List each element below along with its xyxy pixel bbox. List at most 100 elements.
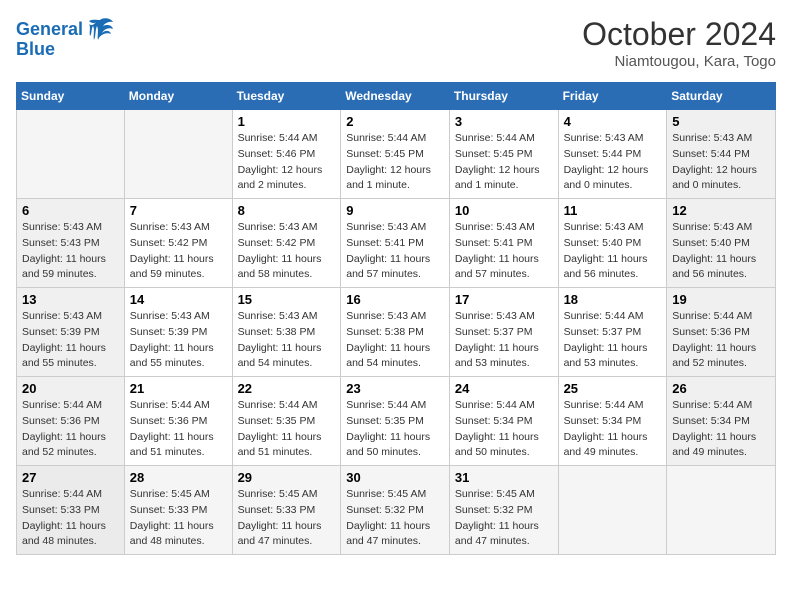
- calendar-cell: 5 Sunrise: 5:43 AM Sunset: 5:44 PM Daylig…: [667, 110, 776, 199]
- calendar-cell: [124, 110, 232, 199]
- logo-text: General: [16, 20, 83, 40]
- calendar-cell: [17, 110, 125, 199]
- calendar-cell: [558, 466, 667, 555]
- day-info: Sunrise: 5:44 AM Sunset: 5:34 PM Dayligh…: [564, 398, 662, 461]
- day-number: 23: [346, 381, 444, 396]
- calendar-cell: 19 Sunrise: 5:44 AM Sunset: 5:36 PM Dayli…: [667, 288, 776, 377]
- day-number: 2: [346, 114, 444, 129]
- calendar-cell: 3 Sunrise: 5:44 AM Sunset: 5:45 PM Daylig…: [449, 110, 558, 199]
- day-info: Sunrise: 5:43 AM Sunset: 5:44 PM Dayligh…: [564, 131, 662, 194]
- logo: General Blue: [16, 16, 115, 60]
- calendar-cell: 27Sunrise: 5:44 AM Sunset: 5:33 PM Dayli…: [17, 466, 125, 555]
- day-number: 7: [130, 203, 227, 218]
- week-row-5: 27Sunrise: 5:44 AM Sunset: 5:33 PM Dayli…: [17, 466, 776, 555]
- day-number: 17: [455, 292, 553, 307]
- calendar-cell: 23 Sunrise: 5:44 AM Sunset: 5:35 PM Dayli…: [341, 377, 450, 466]
- calendar-cell: 18 Sunrise: 5:44 AM Sunset: 5:37 PM Dayli…: [558, 288, 667, 377]
- header-row: SundayMondayTuesdayWednesdayThursdayFrid…: [17, 83, 776, 110]
- day-info: Sunrise: 5:44 AM Sunset: 5:34 PM Dayligh…: [455, 398, 553, 461]
- calendar-cell: 15Sunrise: 5:43 AM Sunset: 5:38 PM Dayli…: [232, 288, 341, 377]
- calendar-cell: 22 Sunrise: 5:44 AM Sunset: 5:35 PM Dayli…: [232, 377, 341, 466]
- calendar-cell: 11Sunrise: 5:43 AM Sunset: 5:40 PM Dayli…: [558, 199, 667, 288]
- page-header: General Blue October 2024 Niamtougou, Ka…: [16, 16, 776, 70]
- day-number: 29: [238, 470, 336, 485]
- day-number: 19: [672, 292, 770, 307]
- day-number: 10: [455, 203, 553, 218]
- day-header-wednesday: Wednesday: [341, 83, 450, 110]
- day-number: 21: [130, 381, 227, 396]
- day-number: 30: [346, 470, 444, 485]
- day-info: Sunrise: 5:44 AM Sunset: 5:45 PM Dayligh…: [346, 131, 444, 194]
- day-info: Sunrise: 5:43 AM Sunset: 5:44 PM Dayligh…: [672, 131, 770, 194]
- day-info: Sunrise: 5:44 AM Sunset: 5:37 PM Dayligh…: [564, 309, 662, 372]
- day-number: 31: [455, 470, 553, 485]
- day-number: 14: [130, 292, 227, 307]
- day-number: 1: [238, 114, 336, 129]
- day-number: 5: [672, 114, 770, 129]
- calendar-table: SundayMondayTuesdayWednesdayThursdayFrid…: [16, 82, 776, 555]
- day-info: Sunrise: 5:43 AM Sunset: 5:43 PM Dayligh…: [22, 220, 119, 283]
- day-info: Sunrise: 5:43 AM Sunset: 5:40 PM Dayligh…: [672, 220, 770, 283]
- week-row-3: 13 Sunrise: 5:43 AM Sunset: 5:39 PM Dayli…: [17, 288, 776, 377]
- calendar-cell: 30 Sunrise: 5:45 AM Sunset: 5:32 PM Dayli…: [341, 466, 450, 555]
- day-info: Sunrise: 5:45 AM Sunset: 5:33 PM Dayligh…: [238, 487, 336, 550]
- logo-bird-icon: [85, 16, 115, 44]
- calendar-cell: 25 Sunrise: 5:44 AM Sunset: 5:34 PM Dayli…: [558, 377, 667, 466]
- calendar-cell: [667, 466, 776, 555]
- day-number: 12: [672, 203, 770, 218]
- calendar-cell: 13 Sunrise: 5:43 AM Sunset: 5:39 PM Dayli…: [17, 288, 125, 377]
- day-header-tuesday: Tuesday: [232, 83, 341, 110]
- day-info: Sunrise: 5:43 AM Sunset: 5:41 PM Dayligh…: [455, 220, 553, 283]
- title-block: October 2024 Niamtougou, Kara, Togo: [582, 16, 776, 70]
- day-info: Sunrise: 5:44 AM Sunset: 5:45 PM Dayligh…: [455, 131, 553, 194]
- calendar-cell: 10 Sunrise: 5:43 AM Sunset: 5:41 PM Dayli…: [449, 199, 558, 288]
- calendar-cell: 7 Sunrise: 5:43 AM Sunset: 5:42 PM Daylig…: [124, 199, 232, 288]
- day-info: Sunrise: 5:44 AM Sunset: 5:33 PM Dayligh…: [22, 487, 119, 550]
- day-number: 16: [346, 292, 444, 307]
- day-info: Sunrise: 5:44 AM Sunset: 5:46 PM Dayligh…: [238, 131, 336, 194]
- day-number: 18: [564, 292, 662, 307]
- day-info: Sunrise: 5:43 AM Sunset: 5:37 PM Dayligh…: [455, 309, 553, 372]
- day-info: Sunrise: 5:44 AM Sunset: 5:34 PM Dayligh…: [672, 398, 770, 461]
- calendar-cell: 26 Sunrise: 5:44 AM Sunset: 5:34 PM Dayli…: [667, 377, 776, 466]
- day-info: Sunrise: 5:45 AM Sunset: 5:32 PM Dayligh…: [346, 487, 444, 550]
- day-info: Sunrise: 5:43 AM Sunset: 5:39 PM Dayligh…: [22, 309, 119, 372]
- location: Niamtougou, Kara, Togo: [582, 53, 776, 70]
- day-info: Sunrise: 5:43 AM Sunset: 5:41 PM Dayligh…: [346, 220, 444, 283]
- calendar-cell: 14Sunrise: 5:43 AM Sunset: 5:39 PM Dayli…: [124, 288, 232, 377]
- day-number: 26: [672, 381, 770, 396]
- calendar-cell: 24 Sunrise: 5:44 AM Sunset: 5:34 PM Dayli…: [449, 377, 558, 466]
- month-title: October 2024: [582, 16, 776, 53]
- calendar-cell: 2 Sunrise: 5:44 AM Sunset: 5:45 PM Daylig…: [341, 110, 450, 199]
- day-number: 6: [22, 203, 119, 218]
- calendar-cell: 9Sunrise: 5:43 AM Sunset: 5:41 PM Daylig…: [341, 199, 450, 288]
- day-number: 3: [455, 114, 553, 129]
- day-info: Sunrise: 5:43 AM Sunset: 5:40 PM Dayligh…: [564, 220, 662, 283]
- week-row-1: 1 Sunrise: 5:44 AM Sunset: 5:46 PM Daylig…: [17, 110, 776, 199]
- day-info: Sunrise: 5:44 AM Sunset: 5:35 PM Dayligh…: [346, 398, 444, 461]
- day-info: Sunrise: 5:43 AM Sunset: 5:42 PM Dayligh…: [130, 220, 227, 283]
- calendar-cell: 17 Sunrise: 5:43 AM Sunset: 5:37 PM Dayli…: [449, 288, 558, 377]
- calendar-cell: 8 Sunrise: 5:43 AM Sunset: 5:42 PM Daylig…: [232, 199, 341, 288]
- day-number: 24: [455, 381, 553, 396]
- day-number: 25: [564, 381, 662, 396]
- calendar-cell: 1 Sunrise: 5:44 AM Sunset: 5:46 PM Daylig…: [232, 110, 341, 199]
- day-info: Sunrise: 5:44 AM Sunset: 5:36 PM Dayligh…: [672, 309, 770, 372]
- day-number: 8: [238, 203, 336, 218]
- calendar-cell: 21Sunrise: 5:44 AM Sunset: 5:36 PM Dayli…: [124, 377, 232, 466]
- calendar-cell: 28Sunrise: 5:45 AM Sunset: 5:33 PM Dayli…: [124, 466, 232, 555]
- calendar-cell: 6 Sunrise: 5:43 AM Sunset: 5:43 PM Daylig…: [17, 199, 125, 288]
- day-info: Sunrise: 5:44 AM Sunset: 5:35 PM Dayligh…: [238, 398, 336, 461]
- day-header-saturday: Saturday: [667, 83, 776, 110]
- week-row-2: 6 Sunrise: 5:43 AM Sunset: 5:43 PM Daylig…: [17, 199, 776, 288]
- day-info: Sunrise: 5:43 AM Sunset: 5:38 PM Dayligh…: [238, 309, 336, 372]
- day-info: Sunrise: 5:45 AM Sunset: 5:32 PM Dayligh…: [455, 487, 553, 550]
- day-number: 13: [22, 292, 119, 307]
- day-number: 22: [238, 381, 336, 396]
- week-row-4: 20Sunrise: 5:44 AM Sunset: 5:36 PM Dayli…: [17, 377, 776, 466]
- day-number: 20: [22, 381, 119, 396]
- logo-blue-text: Blue: [16, 40, 55, 60]
- calendar-cell: 29 Sunrise: 5:45 AM Sunset: 5:33 PM Dayli…: [232, 466, 341, 555]
- calendar-cell: 4Sunrise: 5:43 AM Sunset: 5:44 PM Daylig…: [558, 110, 667, 199]
- day-info: Sunrise: 5:43 AM Sunset: 5:42 PM Dayligh…: [238, 220, 336, 283]
